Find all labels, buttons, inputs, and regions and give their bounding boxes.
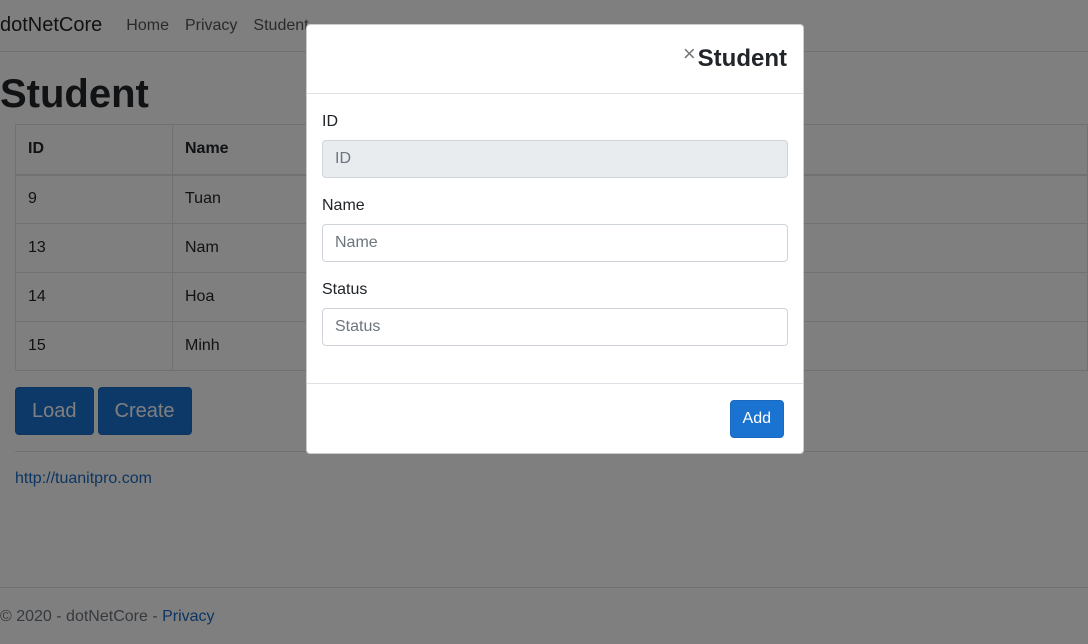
modal-header: × Student [307, 25, 803, 94]
form-group-status: Status [322, 282, 788, 346]
name-field[interactable] [322, 224, 788, 262]
status-label: Status [322, 281, 368, 298]
student-modal: × Student ID Name Status Add [306, 24, 804, 454]
add-button[interactable]: Add [729, 400, 784, 438]
status-field[interactable] [322, 308, 788, 346]
name-label: Name [322, 197, 365, 214]
form-group-name: Name [322, 198, 788, 262]
id-label: ID [322, 113, 338, 130]
close-icon[interactable]: × [683, 43, 696, 65]
modal-body: ID Name Status [307, 94, 803, 384]
modal-title: Student [697, 45, 787, 72]
modal-footer: Add [307, 384, 803, 454]
form-group-id: ID [322, 114, 788, 178]
id-field[interactable] [322, 140, 788, 178]
